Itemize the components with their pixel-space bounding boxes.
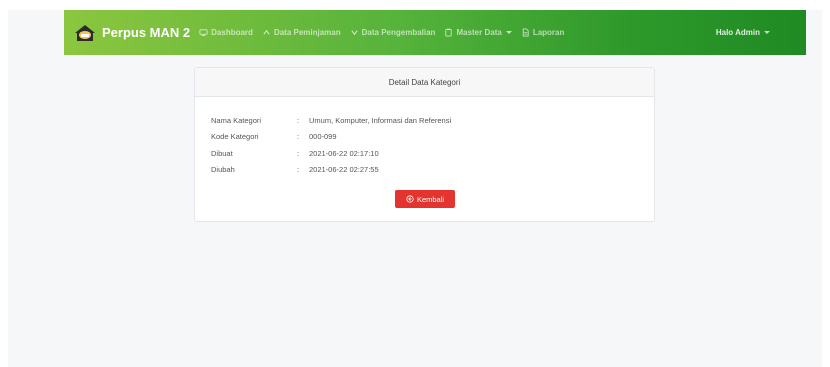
detail-card: Detail Data Kategori Nama Kategori : Umu… [194,67,655,222]
nav-item-dashboard[interactable]: Dashboard [199,28,253,37]
detail-value: 000-099 [309,132,337,142]
chevron-down-icon [350,28,359,37]
top-navbar: Perpus MAN 2 Dashboard Data Peminjaman D… [64,10,806,55]
detail-colon: : [297,115,300,125]
library-logo-icon [75,24,95,41]
brand[interactable]: Perpus MAN 2 [74,24,190,42]
card-header: Detail Data Kategori [195,68,654,97]
clipboard-icon [444,28,453,37]
back-button-label: Kembali [416,194,445,204]
detail-row-diubah: Diubah : 2021-06-22 02:27:55 [211,162,451,179]
detail-table: Nama Kategori : Umum, Komputer, Informas… [211,112,451,178]
back-arrow-icon [406,195,414,203]
detail-value: Umum, Komputer, Informasi dan Referensi [309,115,452,125]
user-menu-label: Halo Admin [715,28,760,37]
nav-item-label: Data Pengembalian [361,28,436,37]
detail-colon: : [297,165,300,175]
detail-label: Nama Kategori [211,115,262,125]
nav-menu: Dashboard Data Peminjaman Data Pengembal… [199,28,573,37]
file-icon [521,28,530,37]
nav-item-laporan[interactable]: Laporan [521,28,565,37]
nav-item-label: Laporan [532,28,565,37]
detail-value: 2021-06-22 02:27:55 [309,165,379,175]
monitor-icon [199,28,208,37]
detail-label: Diubah [211,165,235,175]
caret-down-icon [764,31,770,34]
nav-item-data-peminjaman[interactable]: Data Peminjaman [262,28,341,37]
detail-value: 2021-06-22 02:17:10 [309,148,379,158]
detail-colon: : [297,148,300,158]
user-menu[interactable]: Halo Admin [716,10,770,55]
nav-item-master-data[interactable]: Master Data [444,28,512,37]
card-title: Detail Data Kategori [388,77,461,87]
detail-label: Dibuat [211,148,233,158]
detail-row-kode-kategori: Kode Kategori : 000-099 [211,129,451,146]
chevron-up-icon [262,28,271,37]
nav-item-data-pengembalian[interactable]: Data Pengembalian [350,28,436,37]
detail-row-dibuat: Dibuat : 2021-06-22 02:17:10 [211,145,451,162]
detail-colon: : [297,132,300,142]
caret-down-icon [505,31,512,34]
nav-item-label: Data Peminjaman [273,28,341,37]
back-button[interactable]: Kembali [395,190,455,208]
brand-name: Perpus MAN 2 [102,25,191,40]
nav-item-label: Master Data [456,28,502,37]
detail-label: Kode Kategori [211,132,259,142]
nav-item-label: Dashboard [211,28,253,37]
detail-row-nama-kategori: Nama Kategori : Umum, Komputer, Informas… [211,112,451,129]
